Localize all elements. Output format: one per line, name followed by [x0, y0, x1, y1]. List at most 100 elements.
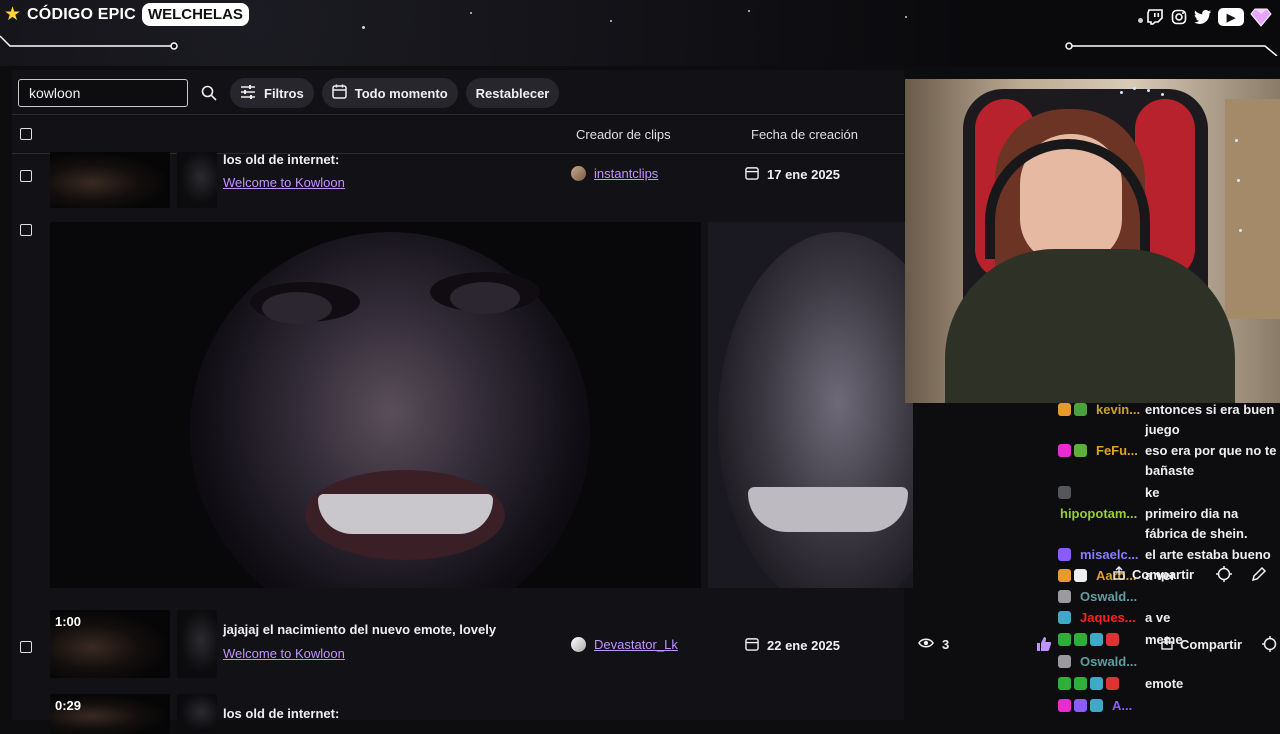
badge-icon: [1106, 677, 1119, 690]
clip-thumbnail[interactable]: [50, 152, 170, 208]
filters-button[interactable]: Filtros: [230, 78, 314, 108]
calendar-icon: [745, 637, 759, 654]
star-icon: ★: [4, 3, 22, 25]
share-button[interactable]: Compartir: [1160, 636, 1242, 653]
share-label: Compartir: [1132, 567, 1195, 582]
table-header: Creador de clips Fecha de creación: [12, 114, 904, 154]
badge-icon: [1106, 633, 1119, 646]
circuit-line-right: [1065, 42, 1278, 56]
clip-creator[interactable]: instantclips: [571, 166, 658, 181]
badge-icon: [1058, 633, 1071, 646]
chat-username: Jaques...: [1080, 610, 1136, 625]
chat-text: el arte estaba bueno: [1145, 547, 1271, 562]
col-creator-header[interactable]: Creador de clips: [576, 127, 671, 142]
date-label: 22 ene 2025: [767, 638, 841, 653]
chat-text: emote: [1145, 676, 1184, 691]
avatar: [571, 166, 586, 181]
eye-icon: [918, 637, 934, 652]
filters-label: Filtros: [264, 85, 304, 101]
creator-name[interactable]: instantclips: [594, 166, 658, 181]
clip-title[interactable]: los old de internet:: [223, 152, 339, 167]
circuit-line-left: [0, 35, 178, 50]
search-input[interactable]: [18, 79, 188, 107]
row-checkbox[interactable]: [20, 170, 32, 182]
clip-duration: 1:00: [55, 614, 82, 629]
refresh-icon[interactable]: [1216, 566, 1232, 582]
chat-username: hipopotam...: [1060, 506, 1138, 521]
heart-badge-icon: [1058, 699, 1071, 712]
clip-title[interactable]: jajajaj el nacimiento del nuevo emote, l…: [223, 622, 496, 637]
stream-top-bar: ★ CÓDIGO EPIC WELCHELAS ▶: [0, 0, 1280, 66]
chat-username: A...: [1112, 698, 1133, 713]
social-icons: ▶: [1146, 6, 1272, 28]
badge-icon: [1074, 403, 1087, 416]
youtube-icon: ▶: [1218, 8, 1244, 26]
select-all-checkbox[interactable]: [20, 128, 32, 140]
views-count: 3: [942, 637, 950, 652]
search-icon[interactable]: [196, 79, 222, 107]
refresh-icon[interactable]: [1262, 636, 1278, 652]
date-label: 17 ene 2025: [767, 167, 841, 182]
clip-category-link[interactable]: Welcome to Kowloon: [223, 646, 345, 661]
badge-icon: [1090, 677, 1103, 690]
clip-category-link[interactable]: Welcome to Kowloon: [223, 175, 345, 190]
twitch-icon: [1146, 8, 1164, 26]
badge-icon: [1058, 486, 1071, 499]
reset-button[interactable]: Restablecer: [465, 78, 560, 108]
clip-toolbar: Filtros Todo momento Restablecer: [18, 78, 560, 108]
badge-icon: [1074, 569, 1087, 582]
clip-title[interactable]: los old de internet:: [223, 706, 339, 721]
chat-text: ke: [1145, 485, 1160, 500]
brand-code-label: CÓDIGO EPIC: [27, 5, 136, 23]
badge-icon: [1058, 548, 1071, 561]
badge-icon: [1058, 569, 1071, 582]
clip-creator[interactable]: Devastator_Lk: [571, 637, 678, 652]
clip-thumbnail-secondary: [177, 610, 217, 678]
instagram-icon: [1170, 8, 1188, 26]
chat-text: a ve: [1145, 610, 1171, 625]
badge-icon: [1058, 403, 1071, 416]
badge-icon: [1090, 633, 1103, 646]
avatar: [571, 637, 586, 652]
stream-brand: ★ CÓDIGO EPIC WELCHELAS: [4, 3, 249, 26]
row-checkbox[interactable]: [20, 641, 32, 653]
clip-thumbnail[interactable]: 1:00: [50, 610, 170, 678]
badge-icon: [1074, 633, 1087, 646]
clip-duration: 0:29: [55, 698, 82, 713]
badge-icon: [1058, 677, 1071, 690]
time-range-button[interactable]: Todo momento: [321, 78, 458, 108]
clip-thumbnail-secondary: [177, 152, 217, 208]
badge-icon: [1058, 590, 1071, 603]
creator-name[interactable]: Devastator_Lk: [594, 637, 678, 652]
time-range-label: Todo momento: [354, 85, 448, 101]
clip-preview-video[interactable]: [50, 222, 701, 588]
clip-date: 22 ene 2025: [745, 637, 840, 654]
badge-icon: [1058, 655, 1071, 668]
share-button[interactable]: Compartir: [1112, 566, 1194, 583]
share-icon: [1112, 566, 1126, 583]
clip-thumbnail[interactable]: 0:29: [50, 694, 170, 734]
badge-icon: [1090, 699, 1103, 712]
brand-name-pill: WELCHELAS: [141, 3, 249, 26]
chat-username: Oswald...: [1080, 654, 1138, 669]
clip-views: 3: [918, 637, 949, 652]
clip-thumbnail-secondary: [177, 694, 217, 734]
gem-icon: [1250, 6, 1272, 28]
chat-username: FeFu...: [1096, 443, 1138, 458]
clip-date: 17 ene 2025: [745, 166, 840, 183]
badge-icon: [1074, 444, 1087, 457]
pencil-icon[interactable]: [1251, 566, 1267, 582]
calendar-icon: [331, 84, 347, 102]
chat-text: primeiro dia na fábrica de shein.: [1145, 506, 1248, 541]
chat-username: misaelc...: [1080, 547, 1139, 562]
reset-label: Restablecer: [475, 85, 550, 101]
heart-badge-icon: [1058, 444, 1071, 457]
chat-username: kevin...: [1096, 402, 1141, 417]
col-date-header[interactable]: Fecha de creación: [751, 127, 858, 142]
thumbs-up-icon[interactable]: [1036, 636, 1052, 652]
chat-text: entonces si era buen juego: [1145, 402, 1275, 437]
row-checkbox[interactable]: [20, 224, 32, 236]
calendar-icon: [745, 166, 759, 183]
badge-icon: [1074, 677, 1087, 690]
twitter-icon: [1194, 8, 1212, 26]
